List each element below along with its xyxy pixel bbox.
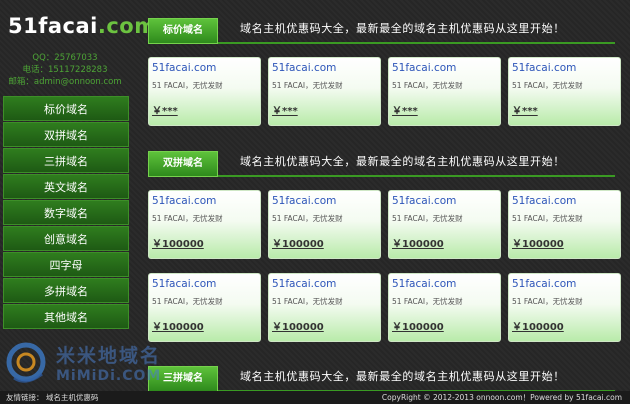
domain-card[interactable]: 51facai.com 51 FACAI，无忧发财 ￥*** [268, 57, 381, 126]
domain-price[interactable]: ￥100000 [272, 235, 324, 250]
footer-bar: 友情链接： 域名主机优惠码 CopyRight © 2012-2013 onno… [0, 391, 630, 404]
sidebar-item-priced-domains[interactable]: 标价域名 [3, 96, 129, 121]
domain-desc: 51 FACAI，无忧发财 [272, 214, 343, 223]
domain-link[interactable]: 51facai.com [392, 195, 456, 207]
domain-price[interactable]: ￥*** [272, 102, 298, 117]
section-header-priced: 标价域名 域名主机优惠码大全，最新最全的域名主机优惠码从这里开始！ [148, 16, 615, 44]
section-tab-two-pinyin[interactable]: 双拼域名 [148, 151, 218, 177]
sidebar-item-multi-pinyin[interactable]: 多拼域名 [3, 278, 129, 303]
domain-desc: 51 FACAI，无忧发财 [272, 81, 343, 90]
domain-card[interactable]: 51facai.com 51 FACAI，无忧发财 ￥100000 [148, 273, 261, 342]
domain-card[interactable]: 51facai.com 51 FACAI，无忧发财 ￥100000 [268, 190, 381, 259]
svg-text:米米地域名: 米米地域名 [56, 344, 161, 367]
domain-price[interactable]: ￥100000 [392, 318, 444, 333]
domain-link[interactable]: 51facai.com [392, 278, 456, 290]
domain-desc: 51 FACAI，无忧发财 [152, 297, 223, 306]
domain-link[interactable]: 51facai.com [512, 278, 576, 290]
section-slogan: 域名主机优惠码大全，最新最全的域名主机优惠码从这里开始！ [240, 22, 565, 35]
section-tab-priced[interactable]: 标价域名 [148, 18, 218, 44]
sidebar-item-english[interactable]: 英文域名 [3, 174, 129, 199]
domain-price[interactable]: ￥*** [152, 102, 178, 117]
domain-desc: 51 FACAI，无忧发财 [152, 214, 223, 223]
section-slogan: 域名主机优惠码大全，最新最全的域名主机优惠码从这里开始！ [240, 155, 565, 168]
contact-phone: 电话：15117228283 [22, 65, 108, 75]
domain-card[interactable]: 51facai.com 51 FACAI，无忧发财 ￥100000 [268, 273, 381, 342]
domain-desc: 51 FACAI，无忧发财 [392, 214, 463, 223]
domain-price[interactable]: ￥100000 [152, 318, 204, 333]
watermark-logo: 米米地域名 MiMiDi.COM [4, 338, 204, 392]
domain-desc: 51 FACAI，无忧发财 [512, 297, 583, 306]
domain-link[interactable]: 51facai.com [152, 195, 216, 207]
logo-text-main: 51facai [8, 14, 98, 38]
domain-card[interactable]: 51facai.com 51 FACAI，无忧发财 ￥*** [388, 57, 501, 126]
site-logo[interactable]: 51facai.com [8, 14, 157, 38]
domain-link[interactable]: 51facai.com [272, 195, 336, 207]
domain-link[interactable]: 51facai.com [272, 278, 336, 290]
domain-price[interactable]: ￥100000 [272, 318, 324, 333]
domain-link[interactable]: 51facai.com [152, 62, 216, 74]
domain-desc: 51 FACAI，无忧发财 [512, 214, 583, 223]
domain-price[interactable]: ￥100000 [392, 235, 444, 250]
domain-card[interactable]: 51facai.com 51 FACAI，无忧发财 ￥100000 [388, 273, 501, 342]
domain-desc: 51 FACAI，无忧发财 [392, 81, 463, 90]
sidebar-item-numeric[interactable]: 数字域名 [3, 200, 129, 225]
domain-card[interactable]: 51facai.com 51 FACAI，无忧发财 ￥100000 [388, 190, 501, 259]
contact-qq: QQ：25767033 [32, 53, 98, 63]
domain-price[interactable]: ￥100000 [512, 318, 564, 333]
domain-desc: 51 FACAI，无忧发财 [512, 81, 583, 90]
svg-text:MiMiDi.COM: MiMiDi.COM [56, 368, 161, 384]
domain-price[interactable]: ￥100000 [512, 235, 564, 250]
domain-desc: 51 FACAI，无忧发财 [152, 81, 223, 90]
domain-link[interactable]: 51facai.com [512, 195, 576, 207]
footer-link[interactable]: 域名主机优惠码 [46, 393, 99, 402]
domain-desc: 51 FACAI，无忧发财 [272, 297, 343, 306]
sidebar-item-three-pinyin[interactable]: 三拼域名 [3, 148, 129, 173]
watermark-emblem-icon: 米米地域名 MiMiDi.COM [6, 342, 161, 384]
domain-card[interactable]: 51facai.com 51 FACAI，无忧发财 ￥100000 [508, 190, 621, 259]
domain-card[interactable]: 51facai.com 51 FACAI，无忧发财 ￥100000 [508, 273, 621, 342]
domain-card[interactable]: 51facai.com 51 FACAI，无忧发财 ￥*** [148, 57, 261, 126]
footer-copyright: CopyRight © 2012-2013 onnoon.com！Powered… [381, 393, 622, 402]
domain-price[interactable]: ￥*** [392, 102, 418, 117]
domain-card[interactable]: 51facai.com 51 FACAI，无忧发财 ￥100000 [148, 190, 261, 259]
sidebar-item-four-letter[interactable]: 四字母 [3, 252, 129, 277]
section-header-three-pinyin: 三拼域名 域名主机优惠码大全，最新最全的域名主机优惠码从这里开始！ [148, 364, 615, 392]
section-slogan: 域名主机优惠码大全，最新最全的域名主机优惠码从这里开始！ [240, 370, 565, 383]
domain-link[interactable]: 51facai.com [152, 278, 216, 290]
domain-link[interactable]: 51facai.com [392, 62, 456, 74]
domain-link[interactable]: 51facai.com [272, 62, 336, 74]
domain-price[interactable]: ￥100000 [152, 235, 204, 250]
domain-desc: 51 FACAI，无忧发财 [392, 297, 463, 306]
contact-email[interactable]: 邮箱：admin@onnoon.com [0, 76, 130, 88]
domain-link[interactable]: 51facai.com [512, 62, 576, 74]
domain-card[interactable]: 51facai.com 51 FACAI，无忧发财 ￥*** [508, 57, 621, 126]
footer-links-label: 友情链接： [6, 393, 44, 402]
sidebar-item-creative[interactable]: 创意域名 [3, 226, 129, 251]
section-header-two-pinyin: 双拼域名 域名主机优惠码大全，最新最全的域名主机优惠码从这里开始！ [148, 149, 615, 177]
sidebar-item-other[interactable]: 其他域名 [3, 304, 129, 329]
domain-price[interactable]: ￥*** [512, 102, 538, 117]
sidebar-item-two-pinyin[interactable]: 双拼域名 [3, 122, 129, 147]
sidebar-nav: 标价域名 双拼域名 三拼域名 英文域名 数字域名 创意域名 四字母 多拼域名 其… [3, 96, 129, 330]
